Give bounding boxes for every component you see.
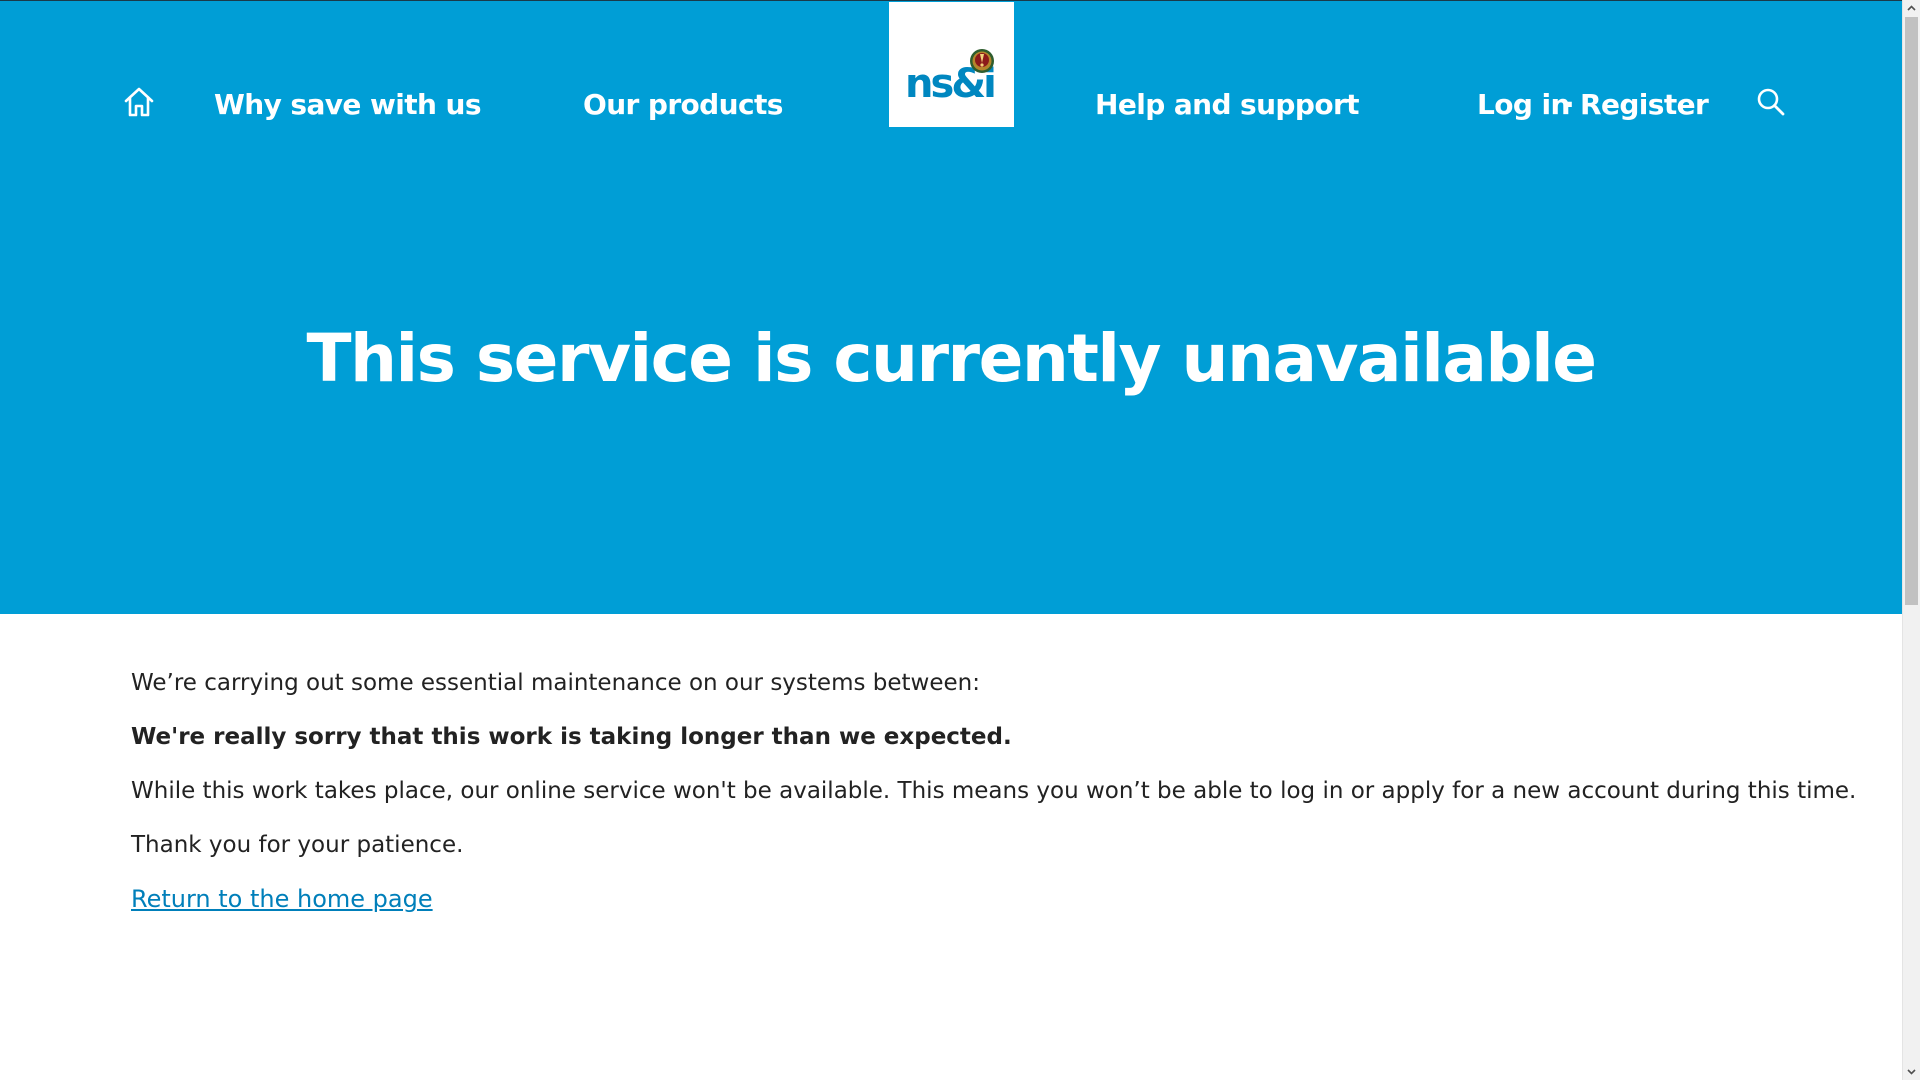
nav-why-save[interactable]: Why save with us	[214, 83, 482, 127]
page-title: This service is currently unavailable	[306, 320, 1598, 397]
thanks-message: Thank you for your patience.	[131, 832, 464, 858]
nav-register[interactable]: Register	[1580, 83, 1709, 127]
main-content: We’re carrying out some essential mainte…	[131, 668, 1857, 939]
home-icon-graphic	[124, 87, 154, 117]
nav-log-in[interactable]: Log in	[1477, 83, 1570, 127]
return-home-link[interactable]: Return to the home page	[131, 885, 433, 913]
scroll-down-arrow-icon[interactable]	[1903, 1063, 1920, 1080]
home-icon[interactable]	[122, 85, 156, 119]
chevron-down-icon	[1907, 1069, 1916, 1075]
apology-message: We're really sorry that this work is tak…	[131, 724, 1012, 750]
scroll-up-arrow-icon[interactable]	[1903, 0, 1920, 17]
search-icon-graphic	[1757, 88, 1785, 116]
page: Why save with us Our products ns&i Help …	[0, 0, 1902, 1080]
scrollbar-thumb[interactable]	[1905, 17, 1918, 605]
maintenance-intro: We’re carrying out some essential mainte…	[131, 670, 980, 696]
nav-our-products[interactable]: Our products	[583, 83, 783, 127]
hero-banner: Why save with us Our products ns&i Help …	[0, 0, 1902, 614]
nav-separator: ·	[1564, 88, 1575, 121]
nav-help-support[interactable]: Help and support	[1095, 83, 1360, 127]
search-icon[interactable]	[1756, 87, 1786, 117]
browser-viewport: Why save with us Our products ns&i Help …	[0, 0, 1920, 1080]
nsi-logo[interactable]: ns&i	[889, 2, 1014, 127]
crest-icon	[970, 49, 994, 73]
chevron-up-icon	[1907, 5, 1916, 11]
service-details: While this work takes place, our online …	[131, 778, 1857, 804]
vertical-scrollbar[interactable]	[1902, 0, 1920, 1080]
